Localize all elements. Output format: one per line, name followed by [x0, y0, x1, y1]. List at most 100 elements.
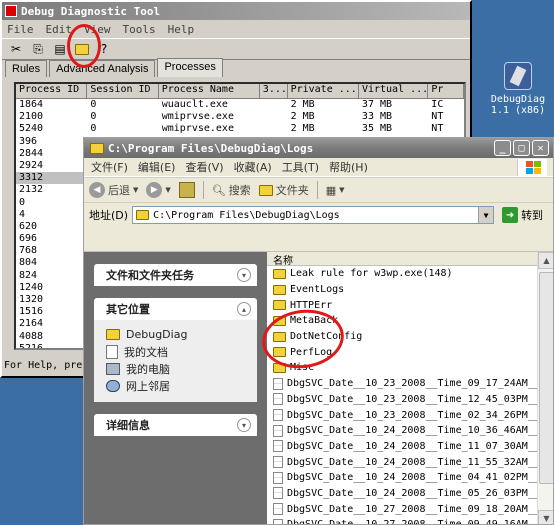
address-dropdown-button[interactable]: ▼ — [478, 207, 494, 223]
file-list-item[interactable]: DbgSVC_Date__10_23_2008__Time_09_17_24AM… — [267, 376, 537, 392]
file-name: EventLogs — [290, 284, 345, 296]
windows-logo-icon — [517, 159, 547, 176]
menu-tools[interactable]: Tools — [123, 23, 156, 36]
back-button[interactable]: ◀ 后退 ▼ — [89, 182, 138, 198]
explorer-titlebar[interactable]: C:\Program Files\DebugDiag\Logs _ □ ✕ — [84, 138, 553, 158]
col-process-id[interactable]: Process ID — [16, 84, 88, 99]
search-label: 搜索 — [228, 184, 251, 197]
details-header[interactable]: 详细信息 ▾ — [94, 414, 257, 436]
file-list-item[interactable]: DbgSVC_Date__10_24_2008__Time_10_36_46AM… — [267, 423, 537, 439]
col-private[interactable]: Private ... — [287, 84, 359, 99]
tab-advanced-analysis[interactable]: Advanced Analysis — [49, 60, 156, 77]
process-row[interactable]: 1864 0 wuauclt.exe 2 MB 37 MB IC — [16, 99, 464, 111]
menu-help[interactable]: Help — [168, 23, 195, 36]
debugdiag-titlebar[interactable]: Debug Diagnostic Tool — [2, 2, 470, 20]
address-input[interactable]: C:\Program Files\DebugDiag\Logs ▼ — [132, 206, 495, 224]
close-button[interactable]: ✕ — [532, 140, 549, 156]
back-label: 后退 — [108, 184, 130, 197]
go-button[interactable]: ➜ 转到 — [502, 207, 543, 223]
scroll-thumb[interactable] — [539, 272, 553, 484]
menu-tools[interactable]: 工具(T) — [282, 159, 319, 175]
process-cell: IC — [431, 99, 444, 110]
folder-icon — [136, 210, 150, 220]
place-network[interactable]: 网上邻居 — [106, 377, 247, 394]
file-list-item[interactable]: DbgSVC_Date__10_27_2008__Time_09_49_16AM… — [267, 517, 537, 524]
col-process-name[interactable]: Process Name — [158, 84, 260, 99]
search-button[interactable]: 🔍︎ 搜索 — [212, 182, 251, 198]
chevron-down-icon: ▾ — [237, 418, 251, 432]
process-cell: 2100 — [19, 111, 44, 123]
text-file-icon — [273, 377, 283, 390]
chevron-down-icon: ▼ — [133, 186, 139, 194]
tab-processes[interactable]: Processes — [157, 58, 223, 77]
views-button[interactable]: ▦ ▼ — [326, 184, 345, 197]
process-cell — [260, 99, 288, 111]
folders-button[interactable]: 文件夹 — [258, 182, 309, 198]
process-cell: 35 MB — [361, 123, 393, 135]
task-pane: 文件和文件夹任务 ▾ 其它位置 ▴ DebugDiag 我的文档 我的电脑 网上… — [84, 252, 267, 524]
process-cell: 1320 — [19, 294, 44, 305]
process-cell: NT — [431, 111, 444, 123]
process-cell: NT — [431, 123, 444, 135]
up-button[interactable] — [178, 182, 195, 198]
go-label: 转到 — [521, 209, 544, 222]
tab-rules[interactable]: Rules — [5, 60, 48, 77]
file-list-item[interactable]: DbgSVC_Date__10_24_2008__Time_04_41_02PM… — [267, 470, 537, 486]
vertical-scrollbar[interactable]: ▲ ▼ — [537, 252, 553, 524]
process-cell: 2 MB — [290, 123, 315, 135]
menu-edit[interactable]: Edit — [46, 23, 73, 36]
folder-icon — [258, 184, 273, 196]
place-debugdiag[interactable]: DebugDiag — [106, 326, 247, 343]
col-session-id[interactable]: Session ID — [87, 84, 159, 99]
file-list-item[interactable]: DbgSVC_Date__10_24_2008__Time_05_26_03PM… — [267, 486, 537, 502]
details-title: 详细信息 — [106, 419, 150, 432]
file-list-item[interactable]: DbgSVC_Date__10_23_2008__Time_12_45_03PM… — [267, 392, 537, 408]
process-list-header: Process ID Session ID Process Name 3... … — [16, 84, 464, 99]
menu-view[interactable]: 查看(V) — [185, 159, 223, 175]
forward-button[interactable]: ▶ ▼ — [146, 182, 171, 198]
maximize-button[interactable]: □ — [513, 140, 530, 156]
process-row[interactable]: 5240 0 wmiprvse.exe 2 MB 35 MB NT — [16, 123, 464, 135]
explorer-title: C:\Program Files\DebugDiag\Logs — [108, 141, 314, 155]
process-cell: 396 — [19, 135, 38, 147]
file-list-item[interactable]: Leak rule for w3wp.exe(148) — [267, 266, 537, 282]
place-my-computer[interactable]: 我的电脑 — [106, 360, 247, 377]
scroll-down-button[interactable]: ▼ — [538, 510, 553, 524]
scroll-up-button[interactable]: ▲ — [538, 252, 553, 269]
file-list-item[interactable]: EventLogs — [267, 282, 537, 298]
minimize-button[interactable]: _ — [494, 140, 511, 156]
place-my-documents[interactable]: 我的文档 — [106, 343, 247, 360]
place-label: DebugDiag — [126, 328, 188, 341]
file-tasks-title: 文件和文件夹任务 — [106, 269, 194, 282]
copy-icon[interactable]: ⎘ — [30, 41, 46, 57]
chevron-up-icon: ▴ — [237, 302, 251, 316]
process-cell: 1240 — [19, 281, 44, 293]
file-tasks-header[interactable]: 文件和文件夹任务 ▾ — [94, 264, 257, 286]
menu-help[interactable]: 帮助(H) — [329, 159, 368, 175]
col-3[interactable]: 3... — [259, 84, 288, 99]
file-list-item[interactable]: DbgSVC_Date__10_24_2008__Time_11_55_32AM… — [267, 454, 537, 470]
highlight-ring-toolbar — [67, 24, 101, 68]
other-places-header[interactable]: 其它位置 ▴ — [94, 298, 257, 320]
file-list-item[interactable]: DbgSVC_Date__10_23_2008__Time_02_34_26PM… — [267, 407, 537, 423]
process-row[interactable]: 2100 0 wmiprvse.exe 2 MB 33 MB NT — [16, 111, 464, 123]
col-virtual[interactable]: Virtual ... — [358, 84, 429, 99]
address-value: C:\Program Files\DebugDiag\Logs — [153, 209, 340, 221]
menu-file[interactable]: File — [7, 23, 34, 36]
file-list-item[interactable]: DbgSVC_Date__10_24_2008__Time_11_07_30AM… — [267, 439, 537, 455]
file-name: DbgSVC_Date__10_24_2008__Time_11_55_32AM… — [287, 456, 537, 468]
menu-favorites[interactable]: 收藏(A) — [234, 159, 272, 175]
file-list[interactable]: 名称 Leak rule for w3wp.exe(148) EventLogs H… — [267, 252, 537, 524]
menu-file[interactable]: 文件(F) — [91, 159, 128, 175]
file-name: DbgSVC_Date__10_24_2008__Time_11_07_30AM… — [287, 440, 537, 452]
menu-edit[interactable]: 编辑(E) — [138, 159, 176, 175]
desktop-icon-debugdiag[interactable]: DebugDiag 1.1 (x86) — [488, 62, 548, 116]
chevron-down-icon: ▾ — [237, 268, 251, 282]
file-list-item[interactable]: DbgSVC_Date__10_27_2008__Time_09_18_20AM… — [267, 501, 537, 517]
col-pr[interactable]: Pr — [428, 84, 464, 99]
cut-icon[interactable]: ✂ — [8, 41, 24, 57]
address-bar: 地址(D) C:\Program Files\DebugDiag\Logs ▼ … — [84, 203, 553, 227]
paste-icon[interactable]: ▤ — [52, 41, 68, 57]
column-name-header[interactable]: 名称 — [267, 252, 537, 267]
debugdiag-title: Debug Diagnostic Tool — [21, 4, 161, 18]
